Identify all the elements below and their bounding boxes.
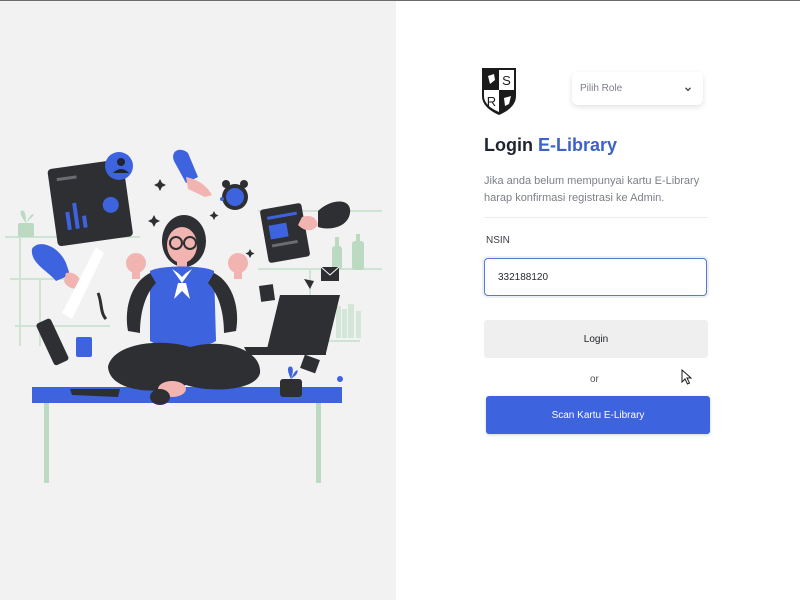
title-prefix: Login: [484, 135, 533, 155]
or-separator: or: [590, 374, 599, 385]
shield-logo-icon: S R: [482, 68, 516, 115]
title-accent: E-Library: [538, 135, 618, 155]
nsin-input[interactable]: [484, 258, 707, 296]
scan-card-button[interactable]: Scan Kartu E-Library: [486, 396, 710, 434]
role-select-value: Pilih Role: [580, 83, 623, 94]
illustration-panel: [0, 1, 396, 600]
logo-letter-r: R: [487, 94, 496, 109]
logo-letter-s: S: [502, 73, 511, 88]
login-button[interactable]: Login: [484, 320, 708, 358]
mouse-cursor-icon: [681, 369, 693, 385]
page-title: Login E-Library: [484, 135, 617, 156]
chevron-down-icon: [685, 86, 691, 91]
meditating-woman-illustration: [5, 149, 382, 483]
nsin-label: NSIN: [486, 235, 510, 246]
subtitle-text: Jika anda belum mempunyai kartu E-Librar…: [484, 175, 700, 204]
login-panel: S R Pilih Role Login E-Library Jika anda…: [396, 1, 800, 600]
role-select[interactable]: Pilih Role: [572, 72, 703, 105]
divider: [484, 217, 708, 218]
